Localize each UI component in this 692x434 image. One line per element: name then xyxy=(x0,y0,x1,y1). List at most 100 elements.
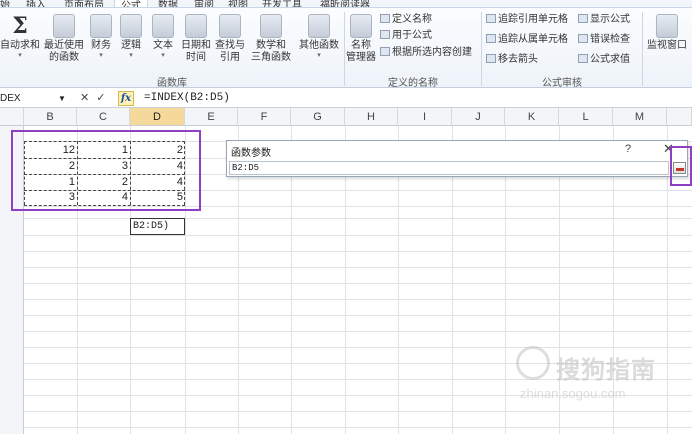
gridline xyxy=(24,267,692,268)
formula-bar: DEX ▼ ✕ ✓ fx =INDEX(B2:D5) xyxy=(0,89,692,108)
ribbon-separator xyxy=(642,12,643,86)
more-functions-label: 其他函数 xyxy=(299,40,339,51)
text-button[interactable]: 文本 ▾ xyxy=(150,14,176,60)
name-manager-button[interactable]: 名称 管理器 xyxy=(346,14,376,64)
chevron-down-icon[interactable]: ▼ xyxy=(58,91,66,106)
gridline xyxy=(24,331,692,332)
evaluate-formula-button[interactable]: 公式求值 xyxy=(578,54,630,66)
lookup-reference-button[interactable]: 查找与 引用 xyxy=(214,14,246,64)
watermark-url: zhinan.sogou.com xyxy=(520,386,626,401)
text-book-icon xyxy=(152,14,174,38)
gridline xyxy=(24,283,692,284)
expand-button-highlight-annotation xyxy=(670,146,692,186)
more-book-icon xyxy=(308,14,330,38)
watch-window-label: 监视窗口 xyxy=(647,40,687,51)
column-header-m[interactable]: M xyxy=(613,108,667,126)
more-functions-button[interactable]: 其他函数 ▾ xyxy=(296,14,342,60)
book-icon xyxy=(90,14,112,38)
insert-function-button[interactable]: fx xyxy=(118,91,134,106)
gridline xyxy=(24,235,692,236)
gridline xyxy=(24,299,692,300)
evaluate-formula-icon xyxy=(578,54,588,63)
name-box[interactable]: DEX xyxy=(0,91,64,106)
watermark-logo-icon xyxy=(516,346,550,380)
name-manager-label-2: 管理器 xyxy=(346,52,376,63)
column-header-g[interactable]: G xyxy=(291,108,345,126)
ribbon-separator xyxy=(344,12,345,86)
tab-review[interactable]: 审阅 xyxy=(194,0,214,7)
formula-auditing-group-label: 公式审核 xyxy=(542,78,582,89)
book-icon xyxy=(53,14,75,38)
trace-precedents-button[interactable]: 追踪引用单元格 xyxy=(486,14,568,26)
calendar-book-icon xyxy=(185,14,207,38)
gridline xyxy=(24,315,692,316)
recently-used-label-2: 的函数 xyxy=(49,52,79,63)
tab-insert[interactable]: 插入 xyxy=(26,0,46,7)
column-header-n[interactable] xyxy=(667,108,692,126)
search-book-icon xyxy=(219,14,241,38)
select-all-corner[interactable] xyxy=(0,108,24,126)
range-input[interactable]: B2:D5 xyxy=(229,161,669,175)
recently-used-label-1: 最近使用 xyxy=(44,40,84,51)
error-checking-label: 错误检查 xyxy=(590,34,630,45)
error-checking-icon xyxy=(578,34,588,43)
column-header-d[interactable]: D xyxy=(130,108,185,126)
evaluate-formula-label: 公式求值 xyxy=(590,54,630,65)
use-in-formula-button[interactable]: 用于公式 xyxy=(380,30,432,42)
column-header-b[interactable]: B xyxy=(24,108,77,126)
tab-developer[interactable]: 开发工具 xyxy=(262,0,302,7)
tab-data[interactable]: 数据 xyxy=(158,0,178,7)
ribbon: Σ 自动求和 ▾ 最近使用 的函数 财务 ▾ 逻辑 ▾ 文本 ▾ 日期和 时间 … xyxy=(0,8,692,89)
autosum-button[interactable]: Σ 自动求和 ▾ xyxy=(0,14,40,60)
create-from-selection-label: 根据所选内容创建 xyxy=(392,47,472,58)
watermark-text: 搜狗指南 xyxy=(556,357,656,384)
column-header-i[interactable]: I xyxy=(398,108,452,126)
column-header-f[interactable]: F xyxy=(238,108,291,126)
financial-button[interactable]: 财务 ▾ xyxy=(88,14,114,60)
gridline xyxy=(24,218,692,219)
date-time-button[interactable]: 日期和 时间 xyxy=(180,14,212,64)
chevron-down-icon: ▾ xyxy=(18,52,22,59)
theta-book-icon xyxy=(260,14,282,38)
tab-view[interactable]: 视图 xyxy=(228,0,248,7)
watch-window-button[interactable]: 监视窗口 xyxy=(644,14,690,52)
chevron-down-icon: ▾ xyxy=(317,52,321,59)
cancel-icon[interactable]: ✕ xyxy=(80,92,89,104)
show-formulas-button[interactable]: 显示公式 xyxy=(578,14,630,26)
enter-icon[interactable]: ✓ xyxy=(96,92,105,104)
tab-page-layout[interactable]: 页面布局 xyxy=(64,0,104,7)
ribbon-tabs: 始 插入 页面布局 公式 数据 审阅 视图 开发工具 福昕阅读器 xyxy=(0,0,692,8)
define-name-button[interactable]: 定义名称 xyxy=(380,14,432,26)
recently-used-button[interactable]: 最近使用 的函数 xyxy=(42,14,86,64)
help-button[interactable]: ? xyxy=(625,143,631,155)
define-name-label: 定义名称 xyxy=(392,14,432,25)
tab-foxit-reader[interactable]: 福昕阅读器 xyxy=(320,0,370,7)
trace-dependents-button[interactable]: 追踪从属单元格 xyxy=(486,34,568,46)
lookup-label-1: 查找与 xyxy=(215,40,245,51)
chevron-down-icon: ▾ xyxy=(161,52,165,59)
formula-input[interactable]: =INDEX(B2:D5) xyxy=(144,91,230,106)
column-header-j[interactable]: J xyxy=(452,108,505,126)
column-header-k[interactable]: K xyxy=(505,108,559,126)
date-time-label-2: 时间 xyxy=(186,52,206,63)
math-trig-button[interactable]: 数学和 三角函数 xyxy=(248,14,294,64)
remove-arrows-icon xyxy=(486,54,496,63)
column-header-h[interactable]: H xyxy=(345,108,398,126)
gridline xyxy=(24,427,692,428)
tab-home[interactable]: 始 xyxy=(0,0,10,7)
logical-button[interactable]: 逻辑 ▾ xyxy=(118,14,144,60)
create-from-selection-button[interactable]: 根据所选内容创建 xyxy=(380,47,472,59)
active-cell-editor[interactable]: B2:D5) xyxy=(130,218,185,235)
column-header-c[interactable]: C xyxy=(77,108,130,126)
tab-formulas[interactable]: 公式 xyxy=(114,0,148,7)
logical-label: 逻辑 xyxy=(121,40,141,51)
gridline xyxy=(24,347,692,348)
chevron-down-icon: ▾ xyxy=(99,52,103,59)
remove-arrows-label: 移去箭头 xyxy=(498,54,538,65)
error-checking-button[interactable]: 错误检查 xyxy=(578,34,630,46)
remove-arrows-button[interactable]: 移去箭头 xyxy=(486,54,538,66)
math-label-2: 三角函数 xyxy=(251,52,291,63)
name-manager-icon xyxy=(350,14,372,38)
column-header-l[interactable]: L xyxy=(559,108,613,126)
column-header-e[interactable]: E xyxy=(185,108,238,126)
